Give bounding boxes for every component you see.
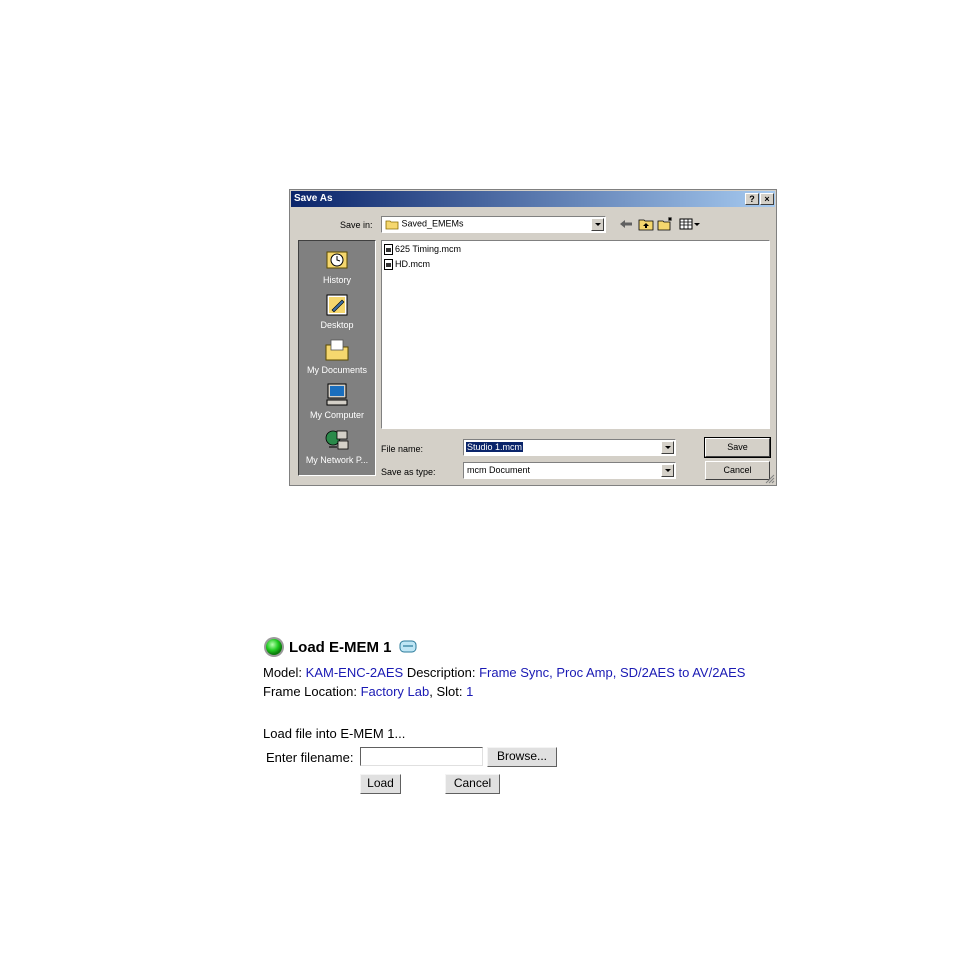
history-icon [326, 251, 348, 269]
model-line: Model: KAM-ENC-2AES Description: Frame S… [263, 665, 746, 680]
load-prompt: Load file into E-MEM 1... [263, 726, 406, 741]
view-menu-icon[interactable] [679, 218, 701, 230]
my-network-places-icon [325, 430, 349, 450]
place-history[interactable]: History [299, 247, 375, 291]
title-bar[interactable]: Save As ? × [291, 191, 775, 207]
back-icon[interactable] [619, 218, 633, 230]
mcm-file-icon [384, 259, 393, 271]
slot-value: 1 [466, 684, 474, 699]
save-as-dialog: Save As ? × Save in: Saved_EMEMs History… [289, 189, 777, 486]
frame-location-link[interactable]: Factory Lab [361, 684, 430, 699]
place-label: History [322, 275, 351, 285]
place-my-network-places[interactable]: My Network P... [299, 427, 375, 471]
model-value: KAM-ENC-2AES [305, 665, 404, 680]
description-value: Frame Sync, Proc Amp, SD/2AES to AV/2AES [479, 665, 746, 680]
place-label: My Documents [306, 365, 368, 375]
browse-button[interactable]: Browse... [487, 747, 557, 767]
place-label: Desktop [320, 320, 354, 330]
cancel-button[interactable]: Cancel [445, 774, 500, 794]
status-indicator-icon [264, 637, 284, 657]
places-bar: History Desktop My Documents My Computer… [298, 240, 376, 476]
my-documents-icon [325, 339, 349, 361]
desktop-icon [326, 294, 348, 316]
save-in-value: Saved_EMEMs [401, 218, 464, 229]
refresh-icon[interactable] [399, 640, 417, 653]
save-as-type-value: mcm Document [467, 465, 531, 475]
chevron-down-icon[interactable] [661, 441, 674, 454]
folder-icon [385, 220, 399, 230]
mcm-file-icon [384, 244, 393, 256]
help-button[interactable]: ? [745, 193, 759, 205]
save-as-type-label: Save as type: [381, 467, 436, 477]
page-title: Load E-MEM 1 [289, 639, 392, 656]
list-item[interactable]: HD.mcm [384, 259, 430, 272]
place-my-documents[interactable]: My Documents [299, 337, 375, 381]
place-label: My Computer [309, 410, 364, 420]
save-as-type-dropdown[interactable]: mcm Document [463, 462, 676, 479]
place-label: My Network P... [305, 455, 369, 465]
list-item[interactable]: 625 Timing.mcm [384, 244, 461, 257]
place-my-computer[interactable]: My Computer [299, 382, 375, 426]
close-button[interactable]: × [760, 193, 774, 205]
frame-location-line: Frame Location: Factory Lab, Slot: 1 [263, 684, 474, 699]
my-computer-icon [326, 383, 348, 406]
save-in-dropdown[interactable]: Saved_EMEMs [381, 216, 606, 233]
cancel-button[interactable]: Cancel [705, 461, 770, 480]
filename-input[interactable] [360, 747, 483, 766]
dialog-title: Save As [294, 193, 333, 204]
load-button[interactable]: Load [360, 774, 401, 794]
save-button[interactable]: Save [704, 437, 771, 458]
up-folder-icon[interactable] [638, 217, 654, 231]
new-folder-icon[interactable] [657, 216, 673, 231]
chevron-down-icon[interactable] [661, 464, 674, 477]
file-name-value: Studio 1.mcm [466, 442, 524, 452]
chevron-down-icon[interactable] [591, 218, 604, 231]
place-desktop[interactable]: Desktop [299, 292, 375, 336]
filename-label: Enter filename: [266, 750, 354, 765]
resize-grip-icon[interactable] [764, 473, 775, 484]
file-list[interactable]: 625 Timing.mcm HD.mcm [381, 240, 770, 429]
file-name-field[interactable]: Studio 1.mcm [463, 439, 676, 456]
file-name-label: File name: [381, 444, 424, 454]
save-in-label: Save in: [340, 220, 373, 230]
